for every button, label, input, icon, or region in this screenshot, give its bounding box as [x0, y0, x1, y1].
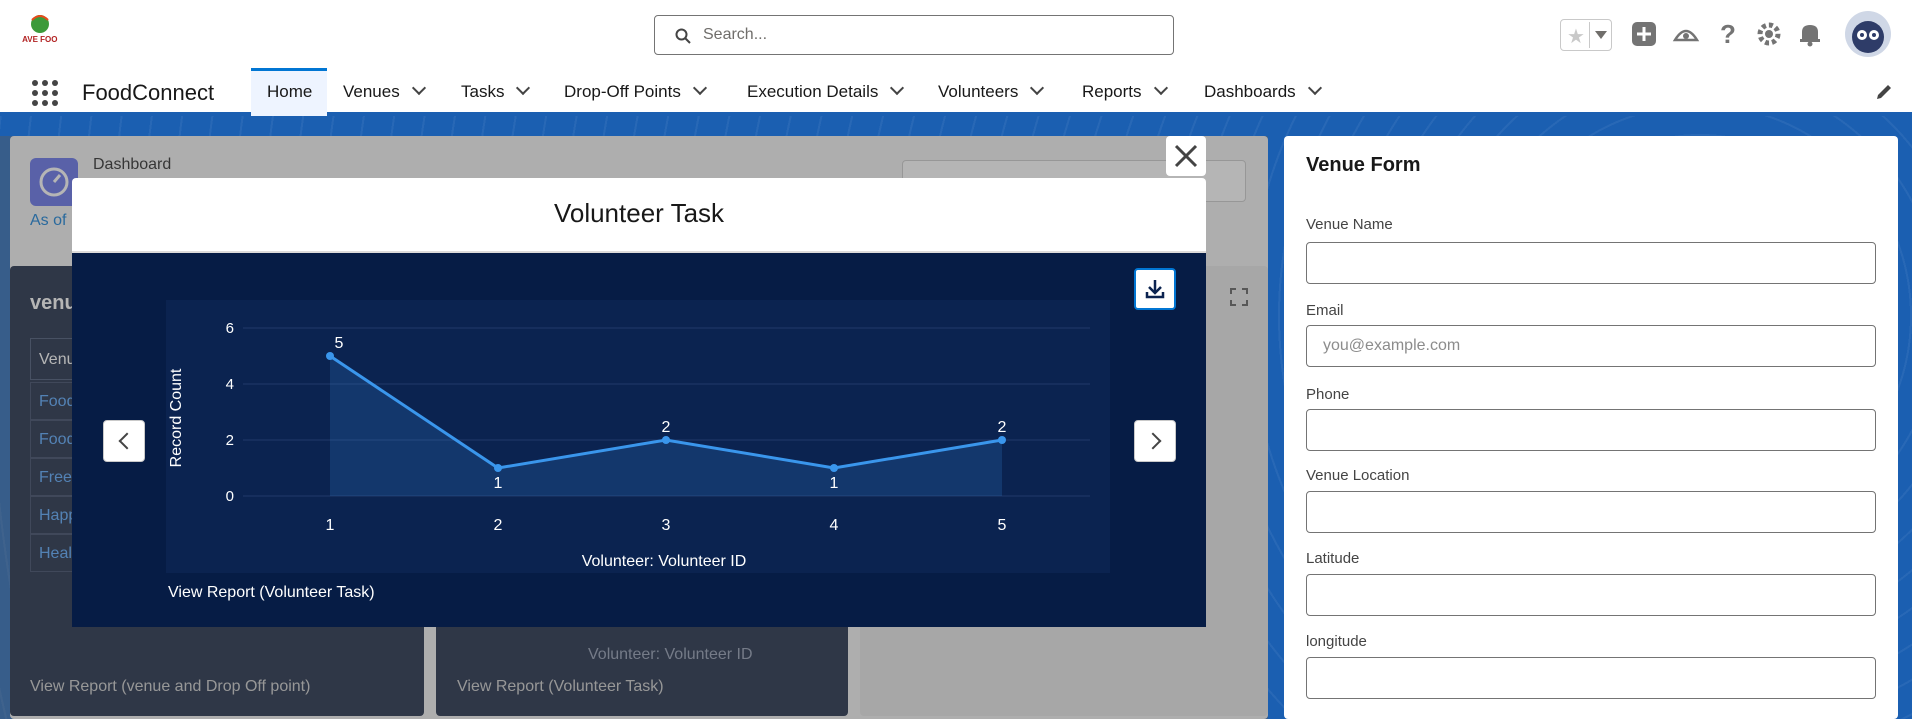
chevron-right-icon	[1144, 432, 1162, 450]
tab-volunteers[interactable]: Volunteers	[938, 68, 1045, 116]
logo-text: SAVE FOOD	[22, 35, 58, 44]
data-point[interactable]	[662, 436, 670, 444]
tab-label: Execution Details	[747, 82, 879, 101]
edit-nav-pencil-icon[interactable]	[1874, 82, 1894, 102]
notifications-bell-icon[interactable]	[1796, 20, 1824, 48]
tab-label: Venues	[343, 82, 400, 101]
data-point[interactable]	[326, 352, 334, 360]
phone-field[interactable]	[1306, 409, 1876, 451]
modal-view-report-link[interactable]: View Report (Volunteer Task)	[168, 584, 375, 602]
tab-label: Dashboards	[1204, 82, 1296, 101]
tab-label: Home	[267, 82, 313, 101]
email-field[interactable]: you@example.com	[1306, 325, 1876, 367]
tab-execution-details[interactable]: Execution Details	[747, 68, 905, 116]
tab-tasks[interactable]: Tasks	[461, 68, 531, 116]
data-point[interactable]	[998, 436, 1006, 444]
data-label: 1	[494, 475, 503, 492]
gear-icon[interactable]	[1755, 20, 1783, 48]
star-icon: ★	[1567, 26, 1585, 48]
global-actions-add-icon[interactable]	[1630, 20, 1658, 48]
data-point[interactable]	[494, 464, 502, 472]
tab-label: Drop-Off Points	[564, 82, 681, 101]
close-modal-button[interactable]	[1166, 136, 1206, 176]
chevron-down-icon[interactable]	[516, 80, 531, 96]
tab-home[interactable]: Home	[251, 68, 327, 116]
y-tick-label: 0	[226, 488, 234, 505]
trailhead-icon[interactable]	[1672, 20, 1700, 48]
data-label: 5	[335, 335, 344, 352]
global-search-input[interactable]: Search...	[654, 15, 1174, 55]
svg-text:?: ?	[1720, 20, 1736, 48]
chevron-down-icon[interactable]	[1307, 80, 1322, 96]
tab-label: Reports	[1082, 82, 1142, 101]
chevron-down-icon[interactable]	[890, 80, 905, 96]
longitude-label: longitude	[1306, 633, 1367, 650]
data-point[interactable]	[830, 464, 838, 472]
tab-label: Tasks	[461, 82, 505, 101]
search-placeholder: Search...	[703, 26, 768, 43]
x-tick-label: 2	[494, 517, 503, 534]
email-label: Email	[1306, 302, 1344, 319]
tab-reports[interactable]: Reports	[1082, 68, 1168, 116]
venue-name-label: Venue Name	[1306, 216, 1393, 233]
search-icon	[675, 28, 691, 44]
tab-drop-off-points[interactable]: Drop-Off Points	[564, 68, 707, 116]
longitude-field[interactable]	[1306, 657, 1876, 699]
next-chart-button[interactable]	[1134, 420, 1176, 462]
form-title: Venue Form	[1306, 154, 1421, 176]
chevron-down-icon[interactable]	[411, 80, 426, 96]
modal-header: Volunteer Task	[72, 178, 1206, 253]
data-label: 2	[662, 419, 671, 436]
y-tick-label: 6	[226, 320, 234, 337]
y-axis-label: Record Count	[168, 368, 185, 467]
previous-chart-button[interactable]	[103, 420, 145, 462]
modal-title: Volunteer Task	[553, 198, 725, 228]
global-header: SAVE FOOD Search... ★ ?	[0, 0, 1912, 68]
app-launcher-icon[interactable]	[30, 78, 60, 108]
venue-location-label: Venue Location	[1306, 467, 1410, 484]
app-name: FoodConnect	[82, 80, 215, 105]
venue-location-field[interactable]	[1306, 491, 1876, 533]
chevron-down-icon[interactable]	[1153, 80, 1168, 96]
chart-container: 0 2 4 6 5 1 2 1 2 1 2 3 4 5 Record Count Volunteer:…	[166, 300, 1110, 573]
y-tick-label: 2	[226, 432, 234, 449]
user-avatar[interactable]	[1845, 11, 1891, 57]
close-icon	[1174, 144, 1198, 168]
favorites-button[interactable]: ★	[1560, 19, 1612, 51]
phone-label: Phone	[1306, 386, 1350, 403]
chevron-down-icon[interactable]	[1595, 31, 1607, 39]
tab-dashboards[interactable]: Dashboards	[1204, 68, 1322, 116]
data-label: 1	[830, 475, 839, 492]
chevron-down-icon[interactable]	[1030, 80, 1045, 96]
tab-venues[interactable]: Venues	[343, 68, 426, 116]
x-tick-label: 5	[998, 517, 1007, 534]
latitude-field[interactable]	[1306, 574, 1876, 616]
x-tick-label: 3	[662, 517, 671, 534]
help-icon[interactable]: ?	[1714, 20, 1742, 48]
x-axis-label: Volunteer: Volunteer ID	[582, 553, 747, 570]
x-tick-label: 4	[830, 517, 839, 534]
y-tick-label: 4	[226, 376, 234, 393]
venue-name-field[interactable]	[1306, 242, 1876, 284]
chevron-left-icon	[118, 432, 136, 450]
x-tick-label: 1	[326, 517, 335, 534]
data-label: 2	[998, 419, 1007, 436]
app-navigation-bar: FoodConnect Home Venues Tasks Drop-Off P…	[0, 68, 1912, 116]
tab-label: Volunteers	[938, 82, 1019, 101]
download-button[interactable]	[1134, 268, 1176, 310]
save-food-logo[interactable]: SAVE FOOD	[17, 12, 63, 60]
chevron-down-icon[interactable]	[692, 80, 707, 96]
download-icon	[1145, 280, 1165, 299]
volunteer-task-chart: 0 2 4 6 5 1 2 1 2 1 2 3 4 5 Record Count Volunteer:…	[168, 320, 1090, 570]
latitude-label: Latitude	[1306, 550, 1360, 567]
field-placeholder: you@example.com	[1323, 337, 1461, 354]
